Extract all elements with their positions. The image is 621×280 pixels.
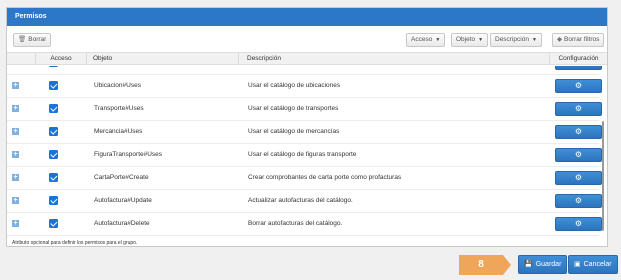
column-configuracion[interactable]: Configuración <box>549 53 607 65</box>
acceso-checkbox[interactable] <box>49 127 58 136</box>
table-row: + Autofactura#Update Actualizar autofact… <box>7 190 602 213</box>
table-row: + Ubicacion#Uses Usar el catálogo de ubi… <box>7 75 602 98</box>
table-row: + Mercancia#Uses Usar el catálogo de mer… <box>7 121 602 144</box>
plus-icon[interactable]: + <box>12 220 19 227</box>
descripcion-cell: Crear comprobantes de carta porte como p… <box>248 174 402 181</box>
footnote: Atributo opcional para definir los permi… <box>12 240 138 246</box>
gear-icon: ⚙ <box>574 127 583 136</box>
gear-icon: ⚙ <box>574 150 583 159</box>
table-row: ⚙ <box>7 66 602 75</box>
column-objeto[interactable]: Objeto <box>86 53 238 65</box>
step-marker: 8 <box>459 255 511 275</box>
filter-objeto-button[interactable]: Objeto ▼ <box>451 33 489 47</box>
acceso-checkbox[interactable] <box>49 81 58 90</box>
floppy-icon: 💾 <box>524 261 533 268</box>
objeto-cell: Ubicacion#Uses <box>94 82 141 89</box>
column-acceso[interactable]: Acceso <box>35 53 86 65</box>
descripcion-cell: Borrar autofacturas del catálogo. <box>248 220 343 227</box>
trash-icon: 🗑 <box>18 36 27 43</box>
acceso-checkbox[interactable] <box>49 66 58 67</box>
table-row: + Autofactura#Delete Borrar autofacturas… <box>7 213 602 236</box>
panel-title: Permisos <box>7 8 607 26</box>
config-button[interactable]: ⚙ <box>555 171 602 185</box>
acceso-checkbox[interactable] <box>49 104 58 113</box>
config-button[interactable]: ⚙ <box>555 148 602 162</box>
gear-icon: ⚙ <box>574 104 583 113</box>
grid-scrollbar[interactable] <box>600 66 606 238</box>
gear-icon: ⚙ <box>574 196 583 205</box>
config-button[interactable]: ⚙ <box>555 79 602 93</box>
gear-icon: ⚙ <box>574 219 583 228</box>
objeto-cell: Mercancia#Uses <box>94 128 143 135</box>
config-button[interactable]: ⚙ <box>555 194 602 208</box>
config-button[interactable]: ⚙ <box>555 102 602 116</box>
descripcion-cell: Usar el catálogo de ubicaciones <box>248 82 341 89</box>
clear-filters-label: Borrar filtros <box>564 36 600 43</box>
caret-down-icon: ▼ <box>531 37 537 43</box>
objeto-cell: Autofactura#Update <box>94 197 152 204</box>
grid-body: ⚙ + Ubicacion#Uses Usar el catálogo de u… <box>7 66 607 238</box>
acceso-checkbox[interactable] <box>49 150 58 159</box>
permisos-panel: Permisos 🗑 Borrar Acceso ▼ Objeto ▼ Descrip… <box>6 7 608 247</box>
grid-header: Acceso Objeto Descripción Configuración <box>7 52 607 65</box>
cancel-button[interactable]: ▣ Cancelar <box>568 255 618 274</box>
cancel-button-label: Cancelar <box>583 261 612 268</box>
delete-button[interactable]: 🗑 Borrar <box>13 33 52 47</box>
plus-icon[interactable]: + <box>12 105 19 112</box>
caret-down-icon: ▼ <box>478 37 484 43</box>
caret-down-icon: ▼ <box>435 37 441 43</box>
scrollbar-thumb[interactable] <box>602 121 604 231</box>
filter-descripcion-label: Descripción <box>495 36 529 43</box>
table-row: + Transporte#Uses Usar el catálogo de tr… <box>7 98 602 121</box>
close-doc-icon: ▣ <box>574 261 581 268</box>
acceso-checkbox[interactable] <box>49 219 58 228</box>
gear-icon: ⚙ <box>574 81 583 90</box>
descripcion-cell: Usar el catálogo de mercancías <box>248 128 340 135</box>
plus-icon[interactable]: + <box>12 128 19 135</box>
delete-button-label: Borrar <box>28 36 47 43</box>
objeto-cell: Transporte#Uses <box>94 105 144 112</box>
grid-toolbar: 🗑 Borrar Acceso ▼ Objeto ▼ Descripción ▼ ◆ Bo… <box>7 32 607 48</box>
filter-acceso-button[interactable]: Acceso ▼ <box>406 33 446 47</box>
plus-icon[interactable]: + <box>12 197 19 204</box>
gear-icon: ⚙ <box>574 173 583 182</box>
filter-descripcion-button[interactable]: Descripción ▼ <box>490 33 542 47</box>
descripcion-cell: Usar el catálogo de figuras transporte <box>248 151 357 158</box>
filter-acceso-label: Acceso <box>411 36 433 43</box>
save-button[interactable]: 💾 Guardar <box>518 255 568 274</box>
objeto-cell: CartaPorte#Create <box>94 174 149 181</box>
config-button[interactable]: ⚙ <box>555 217 602 231</box>
clear-filters-button[interactable]: ◆ Borrar filtros <box>552 33 605 47</box>
objeto-cell: FiguraTransporte#Uses <box>94 151 163 158</box>
descripcion-cell: Usar el catálogo de transportes <box>248 105 339 112</box>
descripcion-cell: Actualizar autofacturas del catálogo. <box>248 197 353 204</box>
config-button[interactable]: ⚙ <box>555 66 602 70</box>
table-row: + FiguraTransporte#Uses Usar el catálogo… <box>7 144 602 167</box>
save-button-label: Guardar <box>535 261 562 268</box>
plus-icon[interactable]: + <box>12 82 19 89</box>
filter-objeto-label: Objeto <box>456 36 476 43</box>
column-descripcion[interactable]: Descripción <box>238 53 549 65</box>
eraser-icon: ◆ <box>557 36 562 43</box>
table-row: + CartaPorte#Create Crear comprobantes d… <box>7 167 602 190</box>
gear-icon: ⚙ <box>575 66 582 67</box>
acceso-checkbox[interactable] <box>49 196 58 205</box>
objeto-cell: Autofactura#Delete <box>94 220 150 227</box>
plus-icon[interactable]: + <box>12 174 19 181</box>
acceso-checkbox[interactable] <box>49 173 58 182</box>
config-button[interactable]: ⚙ <box>555 125 602 139</box>
plus-icon[interactable]: + <box>12 151 19 158</box>
